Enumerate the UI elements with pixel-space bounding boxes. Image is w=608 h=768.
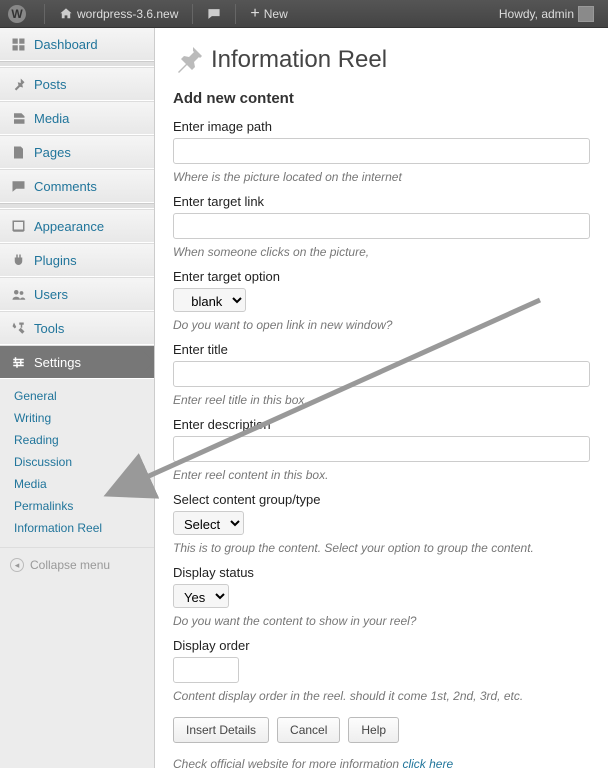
new-content-link[interactable]: + New [244,6,293,22]
divider [235,4,236,24]
main-content: Information Reel Add new content Enter i… [155,28,608,768]
comment-icon [10,178,26,194]
description-input[interactable] [173,436,590,462]
appearance-icon [10,218,26,234]
tools-icon [10,320,26,336]
sidebar-item-label: Comments [34,179,144,194]
collapse-icon: ◂ [10,558,24,572]
site-name-text: wordpress-3.6.new [77,7,178,21]
submenu-permalinks[interactable]: Permalinks [0,495,154,517]
plus-icon: + [250,6,259,22]
target-option-label: Enter target option [173,269,590,284]
divider [192,4,193,24]
page-title: Information Reel [211,46,387,74]
display-status-hint: Do you want the content to show in your … [173,614,590,628]
site-name-link[interactable]: wordpress-3.6.new [53,7,184,21]
submenu-discussion[interactable]: Discussion [0,451,154,473]
pushpin-icon [173,44,205,76]
users-icon [10,286,26,302]
sidebar-item-label: Posts [34,77,144,92]
greeting-text: Howdy, admin [499,7,574,21]
sidebar-item-media[interactable]: Media [0,101,154,135]
submenu-media[interactable]: Media [0,473,154,495]
footnote: Check official website for more informat… [173,757,590,768]
sidebar-item-label: Tools [34,321,144,336]
account-link[interactable]: Howdy, admin [493,6,600,22]
group-select[interactable]: Select [173,511,244,535]
sidebar-item-label: Dashboard [34,37,144,52]
sidebar-item-label: Settings [34,355,144,370]
sidebar-item-dashboard[interactable]: Dashboard [0,28,154,61]
footnote-text: Check official website for more informat… [173,757,402,768]
sidebar-item-comments[interactable]: Comments [0,169,154,203]
target-link-hint: When someone clicks on the picture, [173,245,590,259]
help-button[interactable]: Help [348,717,399,743]
avatar-icon [578,6,594,22]
group-hint: This is to group the content. Select you… [173,541,590,555]
display-order-label: Display order [173,638,590,653]
submenu-reading[interactable]: Reading [0,429,154,451]
description-label: Enter description [173,417,590,432]
dashboard-icon [10,36,26,52]
submenu-information-reel[interactable]: Information Reel [0,517,154,539]
target-option-select[interactable]: _blank [173,288,246,312]
divider [44,4,45,24]
group-label: Select content group/type [173,492,590,507]
admin-bar: W wordpress-3.6.new + New Howdy, admin [0,0,608,28]
footnote-link[interactable]: click here [402,757,453,768]
display-status-label: Display status [173,565,590,580]
target-option-hint: Do you want to open link in new window? [173,318,590,332]
display-order-input[interactable] [173,657,239,683]
sidebar-item-label: Media [34,111,144,126]
display-status-select[interactable]: Yes [173,584,229,608]
sidebar-item-plugins[interactable]: Plugins [0,243,154,277]
new-label: New [264,7,288,21]
target-link-label: Enter target link [173,194,590,209]
settings-icon [10,354,26,370]
plugin-icon [10,252,26,268]
sidebar-item-posts[interactable]: Posts [0,67,154,101]
image-path-hint: Where is the picture located on the inte… [173,170,590,184]
cancel-button[interactable]: Cancel [277,717,340,743]
description-hint: Enter reel content in this box. [173,468,590,482]
section-heading: Add new content [173,90,590,107]
page-header: Information Reel [173,44,590,76]
submenu-general[interactable]: General [0,385,154,407]
sidebar-item-tools[interactable]: Tools [0,311,154,345]
settings-submenu: General Writing Reading Discussion Media… [0,379,154,547]
display-order-hint: Content display order in the reel. shoul… [173,689,590,703]
title-label: Enter title [173,342,590,357]
media-icon [10,110,26,126]
sidebar-item-label: Plugins [34,253,144,268]
collapse-label: Collapse menu [30,558,110,572]
title-hint: Enter reel title in this box. [173,393,590,407]
sidebar-item-pages[interactable]: Pages [0,135,154,169]
title-input[interactable] [173,361,590,387]
image-path-label: Enter image path [173,119,590,134]
target-link-input[interactable] [173,213,590,239]
submenu-writing[interactable]: Writing [0,407,154,429]
wp-logo-icon[interactable]: W [8,5,26,23]
page-icon [10,144,26,160]
comments-link[interactable] [201,7,227,21]
insert-details-button[interactable]: Insert Details [173,717,269,743]
sidebar-item-label: Appearance [34,219,144,234]
sidebar-item-users[interactable]: Users [0,277,154,311]
sidebar-item-label: Pages [34,145,144,160]
pin-icon [10,76,26,92]
collapse-menu-button[interactable]: ◂ Collapse menu [0,547,154,582]
image-path-input[interactable] [173,138,590,164]
sidebar-item-label: Users [34,287,144,302]
home-icon [59,7,73,21]
sidebar-item-appearance[interactable]: Appearance [0,209,154,243]
admin-sidebar: Dashboard Posts Media Pages Comments App… [0,28,155,768]
comment-icon [207,7,221,21]
sidebar-item-settings[interactable]: Settings [0,345,154,379]
